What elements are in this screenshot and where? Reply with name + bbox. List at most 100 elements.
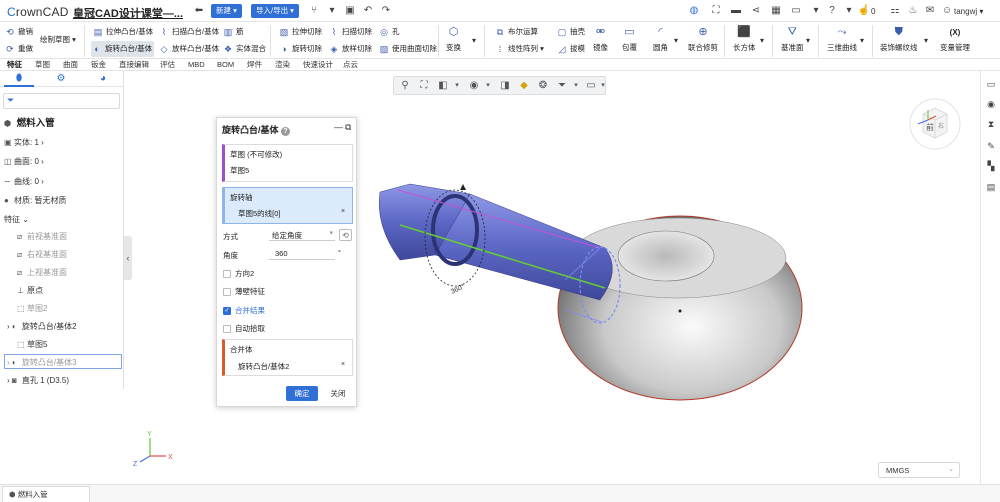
collapse-panel-icon[interactable]: ‹ <box>124 236 132 280</box>
redo-button[interactable]: ⟳ 重做 <box>4 41 33 57</box>
chevron-down-icon[interactable]: ▾ <box>569 79 583 93</box>
restore-icon[interactable]: ⧉ <box>345 122 351 133</box>
tree-item-sketch2[interactable]: ⬚ 草图2 <box>17 303 47 314</box>
auto-pick-checkbox[interactable]: 自动拾取 <box>223 323 265 334</box>
import-export-button[interactable]: 导入/导出 ▾ <box>251 4 299 18</box>
tab-surface[interactable]: 曲面 <box>63 59 78 71</box>
cube-right-label[interactable]: 右 <box>938 122 944 130</box>
wrap-button[interactable]: ▭ 包覆 <box>622 26 637 53</box>
merge-result-checkbox[interactable]: ✓ 合并结果 <box>223 305 265 316</box>
chevron-down-icon[interactable]: ▾ <box>674 36 678 45</box>
apps-icon[interactable]: ⚏ <box>888 4 902 18</box>
pattern-button[interactable]: ⁞ 线性阵列 ▾ <box>494 41 544 57</box>
tab-direct-edit[interactable]: 直接编辑 <box>119 59 149 71</box>
filter-icon[interactable]: ⏷ <box>555 79 569 93</box>
thin-feature-checkbox[interactable]: 薄壁特征 <box>223 286 265 297</box>
monitor-icon[interactable]: ▭ <box>789 4 803 18</box>
revolve-button[interactable]: ◐ 旋转凸台/基体 <box>91 41 155 57</box>
tree-item-origin[interactable]: ⊥ 原点 <box>17 285 43 296</box>
angle-input[interactable]: 360 <box>269 247 335 260</box>
ref-plane-button[interactable]: ⛛ 基准面 <box>781 26 804 53</box>
rib-button[interactable]: ▥ 筋 <box>222 24 244 40</box>
tree-item-front-plane[interactable]: ⧄ 前视基准面 <box>17 231 67 242</box>
tab-quick-design[interactable]: 快速设计 <box>303 59 333 71</box>
record-icon[interactable]: ◉ <box>986 99 996 109</box>
boolean-button[interactable]: ⧉ 布尔运算 <box>494 24 538 40</box>
merge-body-box[interactable]: 合并体 旋转凸台/基体2 × <box>222 339 353 376</box>
variables-button[interactable]: (X) 变量管理 <box>940 26 970 53</box>
units-select[interactable]: MMGS ⌄ <box>878 462 960 478</box>
chevron-down-icon[interactable]: ▾ <box>860 36 864 45</box>
hole-button[interactable]: ◎ 孔 <box>378 24 399 40</box>
checkbox-checked[interactable]: ✓ <box>223 307 231 316</box>
tree-item-hole[interactable]: › ◙ 直孔 1 (D3.5) <box>7 375 69 386</box>
undo-icon[interactable]: ↶ <box>361 4 375 18</box>
reverse-direction-icon[interactable]: ⟲ <box>339 229 352 241</box>
revolve-cut-button[interactable]: ◑ 旋转切除 <box>278 41 322 57</box>
axis-selection-box[interactable]: 旋转轴 草图5的线[0] × <box>222 187 353 224</box>
wrench-icon[interactable]: ✎ <box>986 141 996 151</box>
chevron-down-icon[interactable]: ▾ <box>450 79 464 93</box>
checkbox[interactable] <box>223 270 231 279</box>
bell-icon[interactable]: ♨ <box>906 4 920 18</box>
fillet-button[interactable]: ◜ 圆角 <box>653 26 668 53</box>
zoom-icon[interactable]: ⚲ <box>398 79 412 93</box>
tree-item-revolve2[interactable]: › ◐ 旋转凸台/基体2 <box>7 321 77 332</box>
chevron-down-icon[interactable]: ▾ <box>472 36 476 45</box>
like-icon[interactable]: ☝ <box>857 4 871 18</box>
chevron-down-icon[interactable]: ▾ <box>924 36 928 45</box>
back-icon[interactable]: ⬅ <box>192 4 206 18</box>
new-button[interactable]: 新建 ▾ <box>211 4 242 18</box>
mirror-button[interactable]: ⚮ 镜像 <box>593 26 608 53</box>
tab-render[interactable]: 渲染 <box>275 59 290 71</box>
close-button[interactable]: 关闭 <box>324 386 352 401</box>
solids-count[interactable]: ▣ 实体: 1 › <box>4 137 44 148</box>
fullscreen-icon[interactable]: ⛶ <box>709 4 723 18</box>
chevron-down-icon[interactable]: ▾ <box>806 36 810 45</box>
document-tab[interactable]: ⬢ 燃料入管 <box>2 486 90 502</box>
combine-trim-button[interactable]: ⊕ 联合修剪 <box>688 26 718 53</box>
checkbox[interactable] <box>223 288 231 297</box>
material[interactable]: ● 材质: 暂无材质 <box>4 195 66 206</box>
sweep-cut-button[interactable]: ⌇ 扫描切除 <box>328 24 372 40</box>
help-icon[interactable]: ? <box>281 127 291 136</box>
feature-tree-tab-icon[interactable]: ⬮ <box>12 73 26 85</box>
curves-count[interactable]: ∼ 曲线: 0 › <box>4 176 44 187</box>
tree-filter-input[interactable]: ⏷ <box>3 93 120 109</box>
tree-item-sketch5[interactable]: ⬚ 草图5 <box>17 339 47 350</box>
shell-button[interactable]: ▢ 抽壳 <box>556 24 585 40</box>
tab-point-cloud[interactable]: 点云 <box>343 59 358 71</box>
visibility-icon[interactable]: ◉ <box>467 79 481 93</box>
tab-sketch[interactable]: 草图 <box>35 59 50 71</box>
checkbox[interactable] <box>223 325 231 334</box>
method-select[interactable]: 给定角度 ▾ <box>269 228 335 241</box>
tab-weldment[interactable]: 焊件 <box>247 59 262 71</box>
features-group[interactable]: 特征 ⌄ <box>4 214 29 225</box>
app-logo[interactable]: CrownCAD <box>7 5 69 19</box>
remove-axis-icon[interactable]: × <box>341 208 345 215</box>
tree-item-top-plane[interactable]: ⧄ 上视基准面 <box>17 267 67 278</box>
screen-icon[interactable]: ▬ <box>729 4 743 18</box>
chevron-down-icon[interactable]: ▾ <box>760 36 764 45</box>
cube-front-label[interactable]: 前 <box>926 122 934 132</box>
thread-button[interactable]: ⛊ 装饰螺纹线 <box>880 26 918 53</box>
help-icon[interactable]: ? <box>825 4 839 18</box>
folder-icon[interactable]: ▭ <box>986 79 996 89</box>
layout-icon[interactable]: ▦ <box>769 4 783 18</box>
view-cube[interactable]: 前 右 <box>905 94 965 154</box>
username[interactable]: tangwj ▾ <box>954 7 983 16</box>
document-title[interactable]: 皇冠CAD设计课堂—... <box>73 5 183 21</box>
tab-evaluate[interactable]: 评估 <box>160 59 175 71</box>
extrude-cut-button[interactable]: ▧ 拉伸切除 <box>278 24 322 40</box>
sketch-button[interactable]: 绘制草图 ▾ <box>40 32 76 48</box>
appearance-icon[interactable]: ❂ <box>536 79 550 93</box>
grid-icon[interactable]: ▚ <box>986 161 996 171</box>
chevron-down-icon[interactable]: ▾ <box>809 4 823 18</box>
banjo-hole[interactable] <box>617 230 715 282</box>
rotation-arrow-icon[interactable] <box>460 184 466 190</box>
draft-button[interactable]: ◿ 拔模 <box>556 41 585 57</box>
surface-cut-button[interactable]: ▨ 使用曲面切除 <box>378 41 437 57</box>
section-view-icon[interactable]: ◨ <box>498 79 512 93</box>
tab-mbd[interactable]: MBD <box>188 59 205 71</box>
direction2-checkbox[interactable]: 方向2 <box>223 268 254 279</box>
